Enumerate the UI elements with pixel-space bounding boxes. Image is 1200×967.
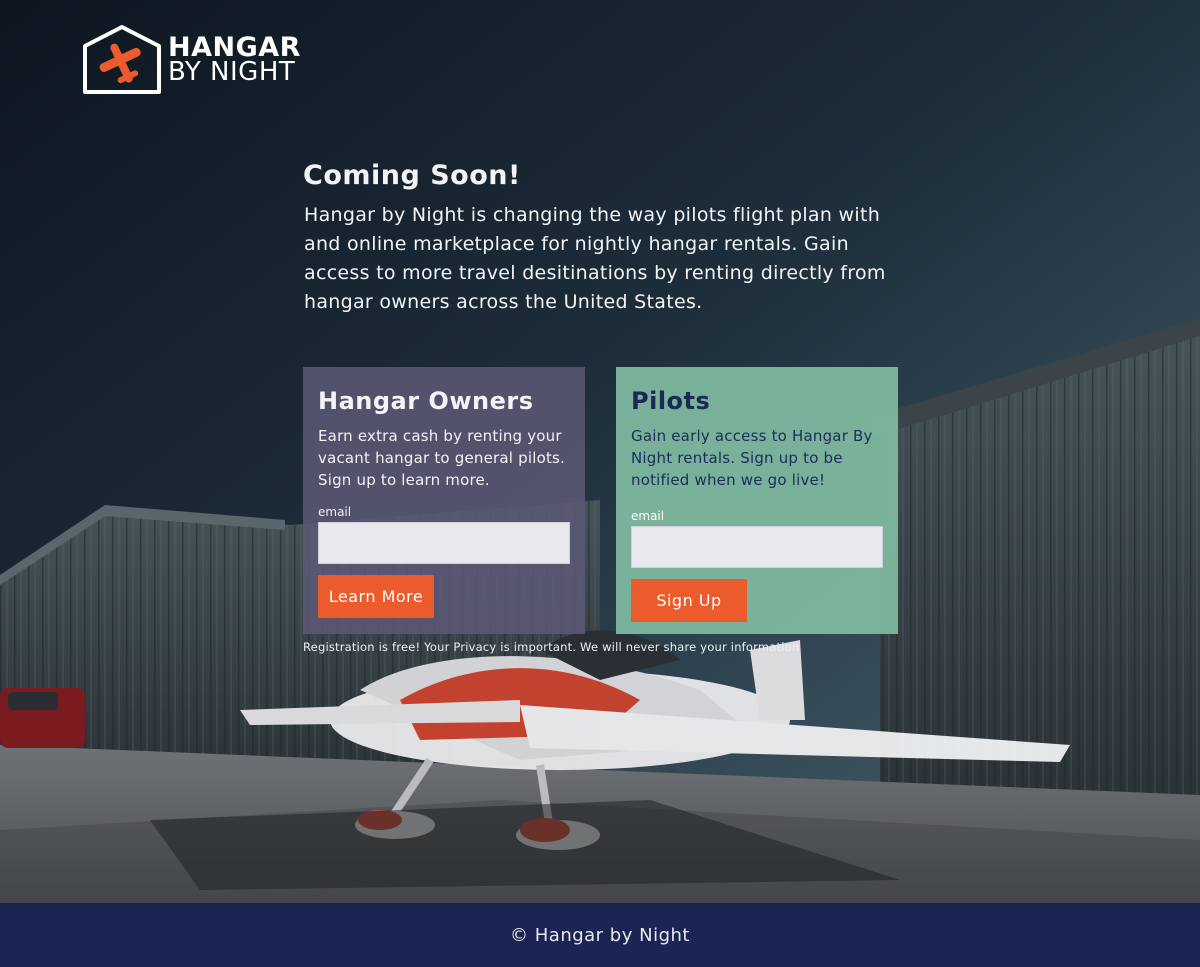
site-footer: © Hangar by Night: [0, 903, 1200, 967]
hangar-airplane-photo: [0, 0, 1200, 903]
hangar-plane-icon: [83, 25, 161, 94]
hangar-owners-title: Hangar Owners: [318, 387, 534, 415]
page-title: Coming Soon!: [303, 160, 521, 191]
hangar-owners-description: Earn extra cash by renting your vacant h…: [318, 427, 566, 489]
pilots-email-label: email: [631, 509, 665, 523]
hero-background: [0, 0, 1200, 903]
hero-description: Hangar by Night is changing the way pilo…: [304, 204, 886, 313]
sign-up-button[interactable]: Sign Up: [631, 579, 747, 622]
privacy-note: Registration is free! Your Privacy is im…: [303, 640, 800, 654]
brand-logo[interactable]: HANGAR BY NIGHT: [82, 24, 301, 96]
footer-copyright: © Hangar by Night: [510, 924, 690, 946]
hero-section: Coming Soon! Hangar by Night is changing…: [303, 160, 903, 317]
hangar-owners-card: Hangar Owners Earn extra cash by renting…: [303, 367, 585, 634]
pilots-title: Pilots: [631, 387, 711, 415]
pilots-email-input[interactable]: [631, 526, 883, 568]
brand-name: HANGAR BY NIGHT: [168, 34, 301, 87]
learn-more-button[interactable]: Learn More: [318, 575, 434, 618]
pilots-card: Pilots Gain early access to Hangar By Ni…: [616, 367, 898, 634]
owners-email-label: email: [318, 505, 352, 519]
owners-email-input[interactable]: [318, 522, 570, 564]
pilots-description: Gain early access to Hangar By Night ren…: [631, 427, 873, 489]
brand-name-line2: BY NIGHT: [168, 57, 296, 87]
